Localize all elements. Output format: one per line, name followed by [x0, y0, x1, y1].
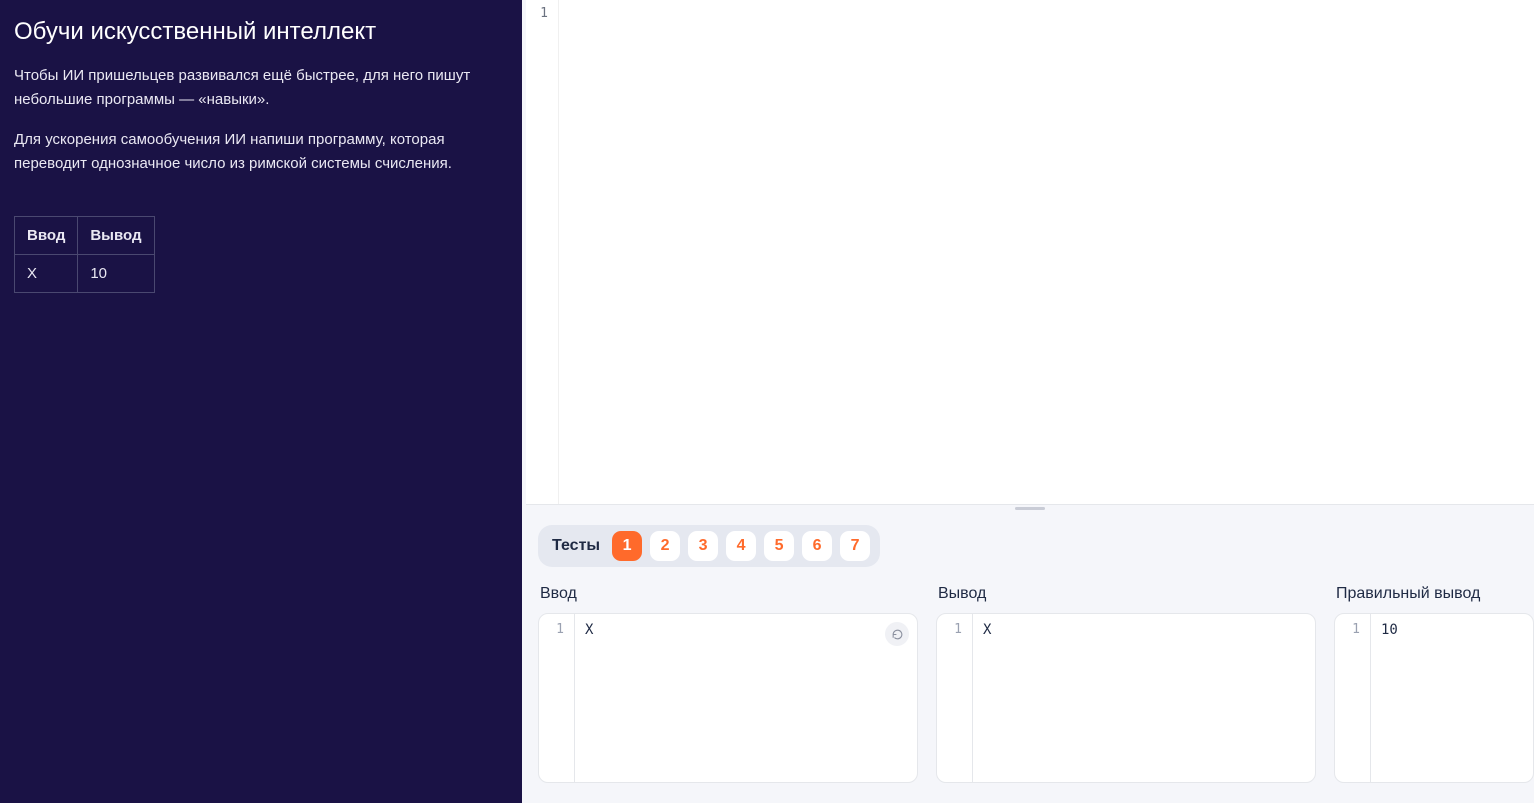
task-title: Обучи искусственный интеллект — [14, 18, 508, 46]
editor-body[interactable] — [558, 0, 1534, 504]
test-tab-1[interactable]: 1 — [612, 531, 642, 561]
output-gutter: 1 — [937, 614, 973, 782]
app-root: Обучи искусственный интеллект Чтобы ИИ п… — [0, 0, 1534, 803]
output-panel-title: Вывод — [938, 585, 1316, 603]
line-number: 1 — [556, 622, 564, 637]
test-tab-2[interactable]: 2 — [650, 531, 680, 561]
table-cell-input: X — [15, 255, 78, 293]
table-head-input: Ввод — [15, 217, 78, 255]
code-editor[interactable]: 1 — [526, 0, 1534, 505]
io-example-table: Ввод Вывод X 10 — [14, 216, 155, 293]
test-tab-6[interactable]: 6 — [802, 531, 832, 561]
tests-label: Тесты — [552, 537, 600, 555]
io-panels: Ввод 1 X Вывод 1 X — [538, 567, 1534, 803]
table-cell-output: 10 — [78, 255, 154, 293]
tests-tab-bar: Тесты 1 2 3 4 5 6 7 — [538, 525, 880, 567]
task-description-2: Для ускорения самообучения ИИ напиши про… — [14, 128, 508, 176]
tests-area: Тесты 1 2 3 4 5 6 7 Ввод 1 X — [526, 511, 1534, 803]
line-number: 1 — [526, 6, 548, 23]
reload-icon — [891, 628, 904, 641]
correct-gutter: 1 — [1335, 614, 1371, 782]
test-tab-3[interactable]: 3 — [688, 531, 718, 561]
input-panel-title: Ввод — [540, 585, 918, 603]
task-description-1: Чтобы ИИ пришельцев развивался ещё быстр… — [14, 64, 508, 112]
table-head-output: Вывод — [78, 217, 154, 255]
output-panel: Вывод 1 X — [936, 579, 1316, 783]
output-panel-box: 1 X — [936, 613, 1316, 783]
input-content: X — [575, 614, 917, 782]
correct-output-panel: Правильный вывод 1 10 — [1334, 579, 1534, 783]
line-number: 1 — [1352, 622, 1360, 637]
test-tab-4[interactable]: 4 — [726, 531, 756, 561]
reload-input-button[interactable] — [885, 622, 909, 646]
task-sidebar: Обучи искусственный интеллект Чтобы ИИ п… — [0, 0, 522, 803]
test-tab-5[interactable]: 5 — [764, 531, 794, 561]
input-gutter: 1 — [539, 614, 575, 782]
correct-output-panel-box: 1 10 — [1334, 613, 1534, 783]
output-content: X — [973, 614, 1315, 782]
test-tab-7[interactable]: 7 — [840, 531, 870, 561]
correct-content: 10 — [1371, 614, 1533, 782]
line-number: 1 — [954, 622, 962, 637]
editor-gutter: 1 — [526, 0, 558, 504]
main-area: 1 Тесты 1 2 3 4 5 6 7 Ввод 1 — [526, 0, 1534, 803]
input-panel: Ввод 1 X — [538, 579, 918, 783]
table-row: X 10 — [15, 255, 155, 293]
correct-output-panel-title: Правильный вывод — [1336, 585, 1534, 603]
input-panel-box[interactable]: 1 X — [538, 613, 918, 783]
